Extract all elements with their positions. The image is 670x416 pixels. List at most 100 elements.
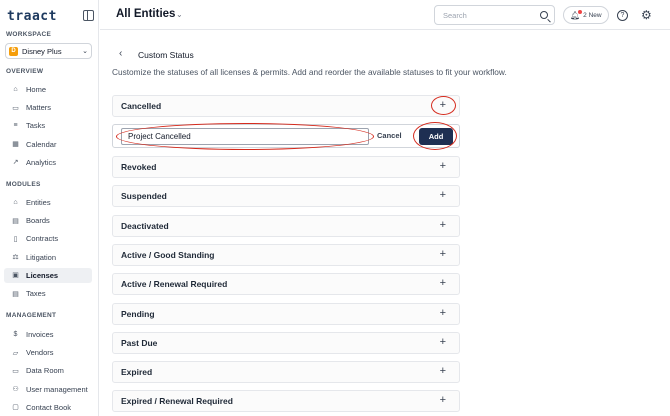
status-row[interactable]: Revoked +: [112, 156, 460, 178]
section-title: Custom Status: [138, 50, 194, 60]
sidebar-item-label: Litigation: [26, 252, 57, 262]
folder-icon: ▭: [12, 367, 19, 375]
sidebar-item-label: Data Room: [26, 366, 64, 376]
status-row[interactable]: Suspended +: [112, 185, 460, 208]
sidebar-item-home[interactable]: ⌂ Home: [4, 82, 92, 97]
dollar-icon: $: [13, 331, 18, 338]
sidebar-item-vendors[interactable]: ▱ Vendors: [4, 345, 92, 360]
notification-dot: [578, 9, 583, 14]
sidebar-item-user-management[interactable]: ⚇ User management: [4, 382, 92, 397]
vendor-icon: ▱: [12, 349, 19, 357]
workspace-select[interactable]: D Disney Plus ⌄: [5, 43, 92, 59]
status-row[interactable]: Expired / Renewal Required +: [112, 390, 460, 413]
board-icon: ▤: [12, 217, 19, 225]
annotation-oval-add: [413, 122, 457, 150]
sidebar-item-tasks[interactable]: ≡ Tasks: [4, 118, 92, 133]
help-icon[interactable]: ?: [617, 10, 628, 21]
plus-icon[interactable]: +: [440, 160, 446, 172]
workspace-label: WORKSPACE: [6, 31, 52, 38]
sidebar-item-label: User management: [26, 384, 88, 394]
sidebar-item-calendar[interactable]: ▦ Calendar: [4, 137, 92, 152]
plus-icon[interactable]: +: [440, 307, 446, 319]
workspace-name: Disney Plus: [22, 46, 62, 56]
top-bar: All Entities ⌄ Search 🔔︎ 2 New ? ⚙: [100, 0, 670, 30]
back-chevron-icon[interactable]: ‹: [119, 48, 122, 59]
status-label: Revoked: [121, 162, 157, 172]
calendar-icon: ▦: [12, 141, 19, 149]
status-row[interactable]: Active / Good Standing +: [112, 243, 460, 266]
plus-icon[interactable]: +: [440, 277, 446, 289]
plus-icon[interactable]: +: [440, 219, 446, 231]
notifications-count: 2 New: [583, 11, 602, 19]
sidebar-item-data-room[interactable]: ▭ Data Room: [4, 363, 92, 378]
sidebar-item-label: Taxes: [26, 289, 46, 298]
building-icon: ⌂: [13, 199, 18, 206]
workspace-badge: D: [9, 46, 18, 56]
status-label: Active / Good Standing: [121, 249, 215, 260]
sidebar-item-entities[interactable]: ⌂ Entities: [4, 195, 92, 210]
plus-icon[interactable]: +: [440, 394, 446, 406]
gear-icon[interactable]: ⚙: [641, 8, 652, 22]
sidebar-item-label: Entities: [26, 198, 51, 207]
sidebar-item-label: Tasks: [26, 121, 46, 131]
sidebar-item-label: Licenses: [26, 270, 59, 280]
contact-book-icon: ▢: [12, 404, 19, 412]
sidebar: traact WORKSPACE D Disney Plus ⌄ OVERVIE…: [0, 0, 99, 416]
list-icon: ≡: [13, 122, 18, 130]
search-icon: [540, 11, 548, 19]
sidebar-item-litigation[interactable]: ⚖ Litigation: [4, 250, 92, 265]
sidebar-item-label: Boards: [26, 216, 50, 226]
sidebar-item-licenses[interactable]: ▣ Licenses: [4, 267, 92, 283]
sidebar-item-label: Matters: [26, 103, 52, 113]
sidebar-item-label: Analytics: [26, 157, 57, 167]
annotation-oval-plus: [431, 96, 456, 115]
status-label: Past Due: [121, 337, 158, 348]
page-title[interactable]: All Entities: [116, 8, 175, 20]
plus-icon[interactable]: +: [440, 248, 446, 260]
app-logo: traact: [7, 9, 57, 24]
search-placeholder: Search: [443, 11, 467, 20]
status-label: Suspended: [121, 191, 167, 202]
license-icon: ▣: [12, 272, 19, 280]
plus-icon[interactable]: +: [440, 365, 446, 377]
home-icon: ⌂: [13, 86, 18, 93]
sidebar-item-label: Home: [26, 85, 47, 94]
sidebar-item-label: Contact Book: [26, 402, 72, 412]
sidebar-item-label: Invoices: [26, 330, 54, 339]
gavel-icon: ⚖: [12, 254, 19, 262]
status-row[interactable]: Expired +: [112, 361, 460, 384]
status-label: Deactivated: [121, 220, 169, 231]
briefcase-icon: ▭: [12, 104, 19, 112]
plus-icon[interactable]: +: [440, 336, 446, 348]
search-input[interactable]: Search: [434, 5, 555, 25]
status-label: Cancelled: [121, 101, 162, 111]
overview-label: OVERVIEW: [6, 68, 44, 75]
notifications-button[interactable]: 🔔︎ 2 New: [563, 6, 609, 24]
cancel-button[interactable]: Cancel: [377, 131, 402, 140]
sidebar-item-analytics[interactable]: ↗ Analytics: [4, 155, 92, 170]
status-row[interactable]: Pending +: [112, 302, 460, 325]
status-row[interactable]: Past Due +: [112, 331, 460, 354]
status-row-cancelled[interactable]: Cancelled +: [112, 95, 460, 117]
sidebar-item-invoices[interactable]: $ Invoices: [4, 327, 92, 342]
management-label: MANAGEMENT: [6, 312, 57, 319]
sidebar-item-contracts[interactable]: ▯ Contracts: [4, 231, 92, 246]
plus-icon[interactable]: +: [440, 189, 446, 201]
sidebar-item-boards[interactable]: ▤ Boards: [4, 213, 92, 228]
status-label: Active / Renewal Required: [121, 279, 228, 290]
sidebar-collapse-icon[interactable]: [83, 10, 94, 21]
sidebar-item-label: Vendors: [26, 348, 54, 358]
status-label: Expired: [121, 367, 153, 378]
sidebar-item-label: Contracts: [26, 234, 59, 244]
sidebar-item-contact-book[interactable]: ▢ Contact Book: [4, 400, 92, 415]
status-row[interactable]: Active / Renewal Required +: [112, 273, 460, 296]
status-row[interactable]: Deactivated +: [112, 214, 460, 237]
sidebar-item-matters[interactable]: ▭ Matters: [4, 100, 92, 115]
modules-label: MODULES: [6, 181, 41, 188]
sidebar-item-taxes[interactable]: ▤ Taxes: [4, 286, 92, 301]
status-label: Expired / Renewal Required: [121, 396, 233, 407]
chart-icon: ↗: [12, 159, 19, 167]
chevron-down-icon[interactable]: ⌄: [176, 10, 183, 19]
tax-icon: ▤: [12, 290, 19, 298]
status-label: Pending: [121, 308, 155, 319]
